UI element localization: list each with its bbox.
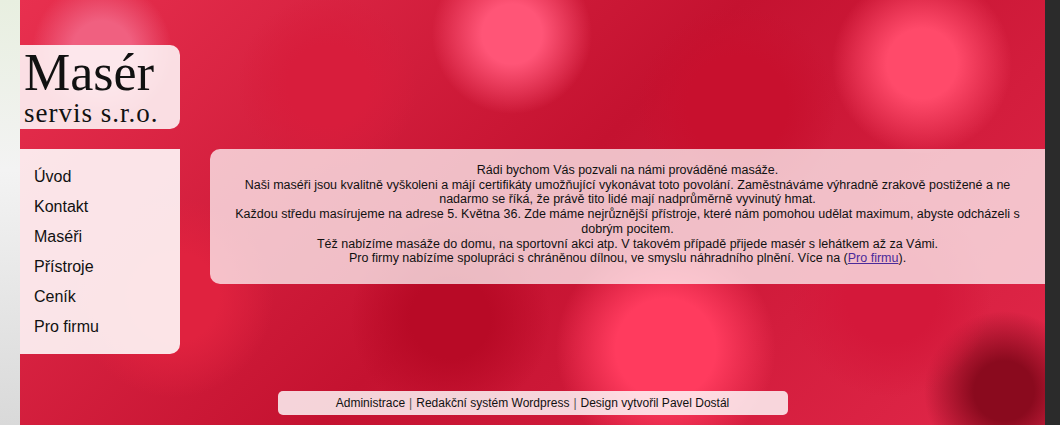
pro-firmu-link[interactable]: Pro firmu (848, 251, 899, 265)
sidebar-item[interactable]: Kontakt (34, 192, 180, 222)
footer-separator: | (573, 396, 576, 410)
logo-title: Masér (24, 47, 180, 99)
footer-separator: | (409, 396, 412, 410)
content-paragraph: Též nabízíme masáže do domu, na sportovn… (224, 237, 1031, 252)
logo-subtitle: servis s.r.o. (24, 99, 180, 127)
footer-link[interactable]: Redakční systém Wordpress (416, 396, 569, 410)
footer-link[interactable]: Administrace (336, 396, 405, 410)
footer: Administrace | Redakční systém Wordpress | D… (278, 391, 788, 415)
sidebar-item[interactable]: Ceník (34, 282, 180, 312)
main-row: ÚvodKontaktMaséřiPřístrojeCeníkPro firmu… (20, 149, 1045, 354)
logo[interactable]: Masérservis s.r.o. (20, 45, 180, 129)
sidebar-item[interactable]: Úvod (34, 162, 180, 192)
sidebar-item[interactable]: Pro firmu (34, 312, 180, 342)
content-paragraph: Každou středu masírujeme na adrese 5. Kv… (224, 207, 1031, 236)
page: Masérservis s.r.o. ÚvodKontaktMaséřiPříst… (0, 0, 1060, 425)
content-paragraph: Naši maséři jsou kvalitně vyškoleni a má… (224, 178, 1031, 207)
content-paragraph: Rádi bychom Vás pozvali na námi prováděn… (224, 163, 1031, 178)
content-paragraph: Pro firmy nabízíme spolupráci s chráněno… (224, 251, 1031, 266)
right-edge (1045, 0, 1060, 425)
footer-link[interactable]: Design vytvořil Pavel Dostál (581, 396, 730, 410)
left-edge (0, 0, 20, 425)
sidebar: ÚvodKontaktMaséřiPřístrojeCeníkPro firmu (20, 149, 180, 354)
sidebar-item[interactable]: Přístroje (34, 252, 180, 282)
background-photo: Masérservis s.r.o. ÚvodKontaktMaséřiPříst… (20, 0, 1045, 425)
content-panel: Rádi bychom Vás pozvali na námi prováděn… (210, 149, 1045, 284)
sidebar-item[interactable]: Maséři (34, 222, 180, 252)
